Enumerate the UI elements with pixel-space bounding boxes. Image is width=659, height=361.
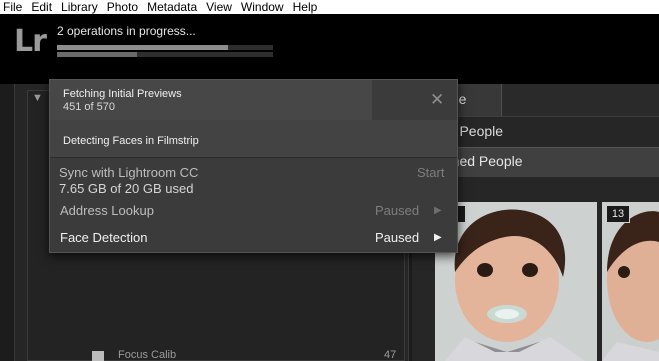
face-count-badge: 13 [606, 205, 630, 223]
people-tab-bar [503, 84, 659, 116]
progress-bar-faces [57, 52, 273, 57]
menu-view[interactable]: View [203, 0, 238, 14]
menu-library[interactable]: Library [58, 0, 104, 14]
face-thumbnail[interactable] [435, 202, 597, 361]
address-lookup-status[interactable]: Paused [375, 203, 419, 218]
folder-row[interactable]: Focus Calib 47 [30, 348, 410, 361]
menu-file[interactable]: File [0, 0, 28, 14]
folder-count: 47 [384, 349, 397, 361]
progress-fill-faces [57, 52, 137, 57]
progress-bar-previews [57, 45, 273, 50]
folder-label: Focus Calib [118, 349, 177, 361]
collapse-triangle-icon[interactable]: ▼ [32, 92, 43, 104]
sync-label: Sync with Lightroom CC [59, 165, 199, 180]
child-photo [602, 202, 659, 361]
play-arrow-icon[interactable]: ▶ [434, 232, 442, 243]
menu-photo[interactable]: Photo [104, 0, 144, 14]
task-title: Fetching Initial Previews [63, 88, 182, 100]
lightroom-logo: Lr [14, 24, 47, 59]
face-thumbnail[interactable] [602, 202, 659, 361]
menu-help[interactable]: Help [290, 0, 324, 14]
sync-storage-usage: 7.65 GB of 20 GB used [59, 181, 194, 196]
progress-fill-previews [57, 45, 228, 50]
folder-icon [92, 351, 104, 361]
sync-start-button[interactable]: Start [417, 165, 444, 180]
face-detection-label: Face Detection [60, 230, 148, 245]
task-progress-count: 451 of 570 [63, 101, 115, 113]
task-title: Detecting Faces in Filmstrip [63, 135, 199, 147]
menu-bar: File Edit Library Photo Metadata View Wi… [0, 0, 659, 14]
play-arrow-icon[interactable]: ▶ [434, 205, 442, 216]
address-lookup-label: Address Lookup [60, 203, 154, 218]
menu-edit[interactable]: Edit [28, 0, 58, 14]
child-photo [435, 202, 597, 361]
face-detection-status[interactable]: Paused [375, 230, 419, 245]
close-icon[interactable]: ✕ [430, 91, 444, 108]
task-fetching-previews [50, 80, 372, 120]
menu-window[interactable]: Window [238, 0, 290, 14]
operations-status[interactable]: 2 operations in progress... [57, 24, 196, 38]
menu-metadata[interactable]: Metadata [144, 0, 203, 14]
